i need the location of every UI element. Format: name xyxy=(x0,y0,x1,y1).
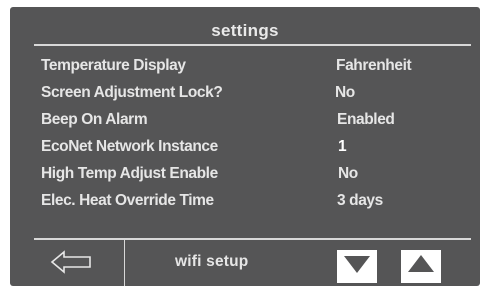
setting-row-screen-adjustment-lock[interactable]: Screen Adjustment Lock? No xyxy=(10,78,480,105)
setting-value: Enabled xyxy=(337,111,395,128)
setting-label: Temperature Display xyxy=(41,57,186,74)
title-divider xyxy=(34,44,471,46)
setting-label: Elec. Heat Override Time xyxy=(41,192,214,209)
setting-value: No xyxy=(338,165,358,182)
setting-value: No xyxy=(335,84,355,101)
setting-row-temperature-display[interactable]: Temperature Display Fahrenheit xyxy=(10,51,480,78)
setting-value: 3 days xyxy=(337,192,383,209)
setting-value: Fahrenheit xyxy=(336,57,412,74)
setting-row-high-temp-adjust-enable[interactable]: High Temp Adjust Enable No xyxy=(10,159,480,186)
scroll-down-button[interactable] xyxy=(337,250,377,283)
setting-row-beep-on-alarm[interactable]: Beep On Alarm Enabled xyxy=(10,105,480,132)
settings-list: Temperature Display Fahrenheit Screen Ad… xyxy=(10,51,480,213)
down-triangle-icon xyxy=(343,254,371,279)
back-button[interactable] xyxy=(44,247,100,281)
screen-title: settings xyxy=(211,21,279,40)
setting-label: Screen Adjustment Lock? xyxy=(41,84,223,101)
up-triangle-icon xyxy=(407,254,435,279)
footer-separator xyxy=(124,240,125,286)
setting-row-elec-heat-override-time[interactable]: Elec. Heat Override Time 3 days xyxy=(10,186,480,213)
left-arrow-icon xyxy=(50,249,94,279)
setting-label: Beep On Alarm xyxy=(41,111,148,128)
scroll-up-button[interactable] xyxy=(401,250,441,283)
footer-divider-line xyxy=(34,238,471,240)
setting-label: EcoNet Network Instance xyxy=(41,138,218,155)
settings-screen: settings Temperature Display Fahrenheit … xyxy=(10,7,480,286)
wifi-setup-button[interactable]: wifi setup xyxy=(175,253,325,271)
setting-row-econet-network-instance[interactable]: EcoNet Network Instance 1 xyxy=(10,132,480,159)
setting-value: 1 xyxy=(338,138,347,155)
setting-label: High Temp Adjust Enable xyxy=(41,165,218,182)
